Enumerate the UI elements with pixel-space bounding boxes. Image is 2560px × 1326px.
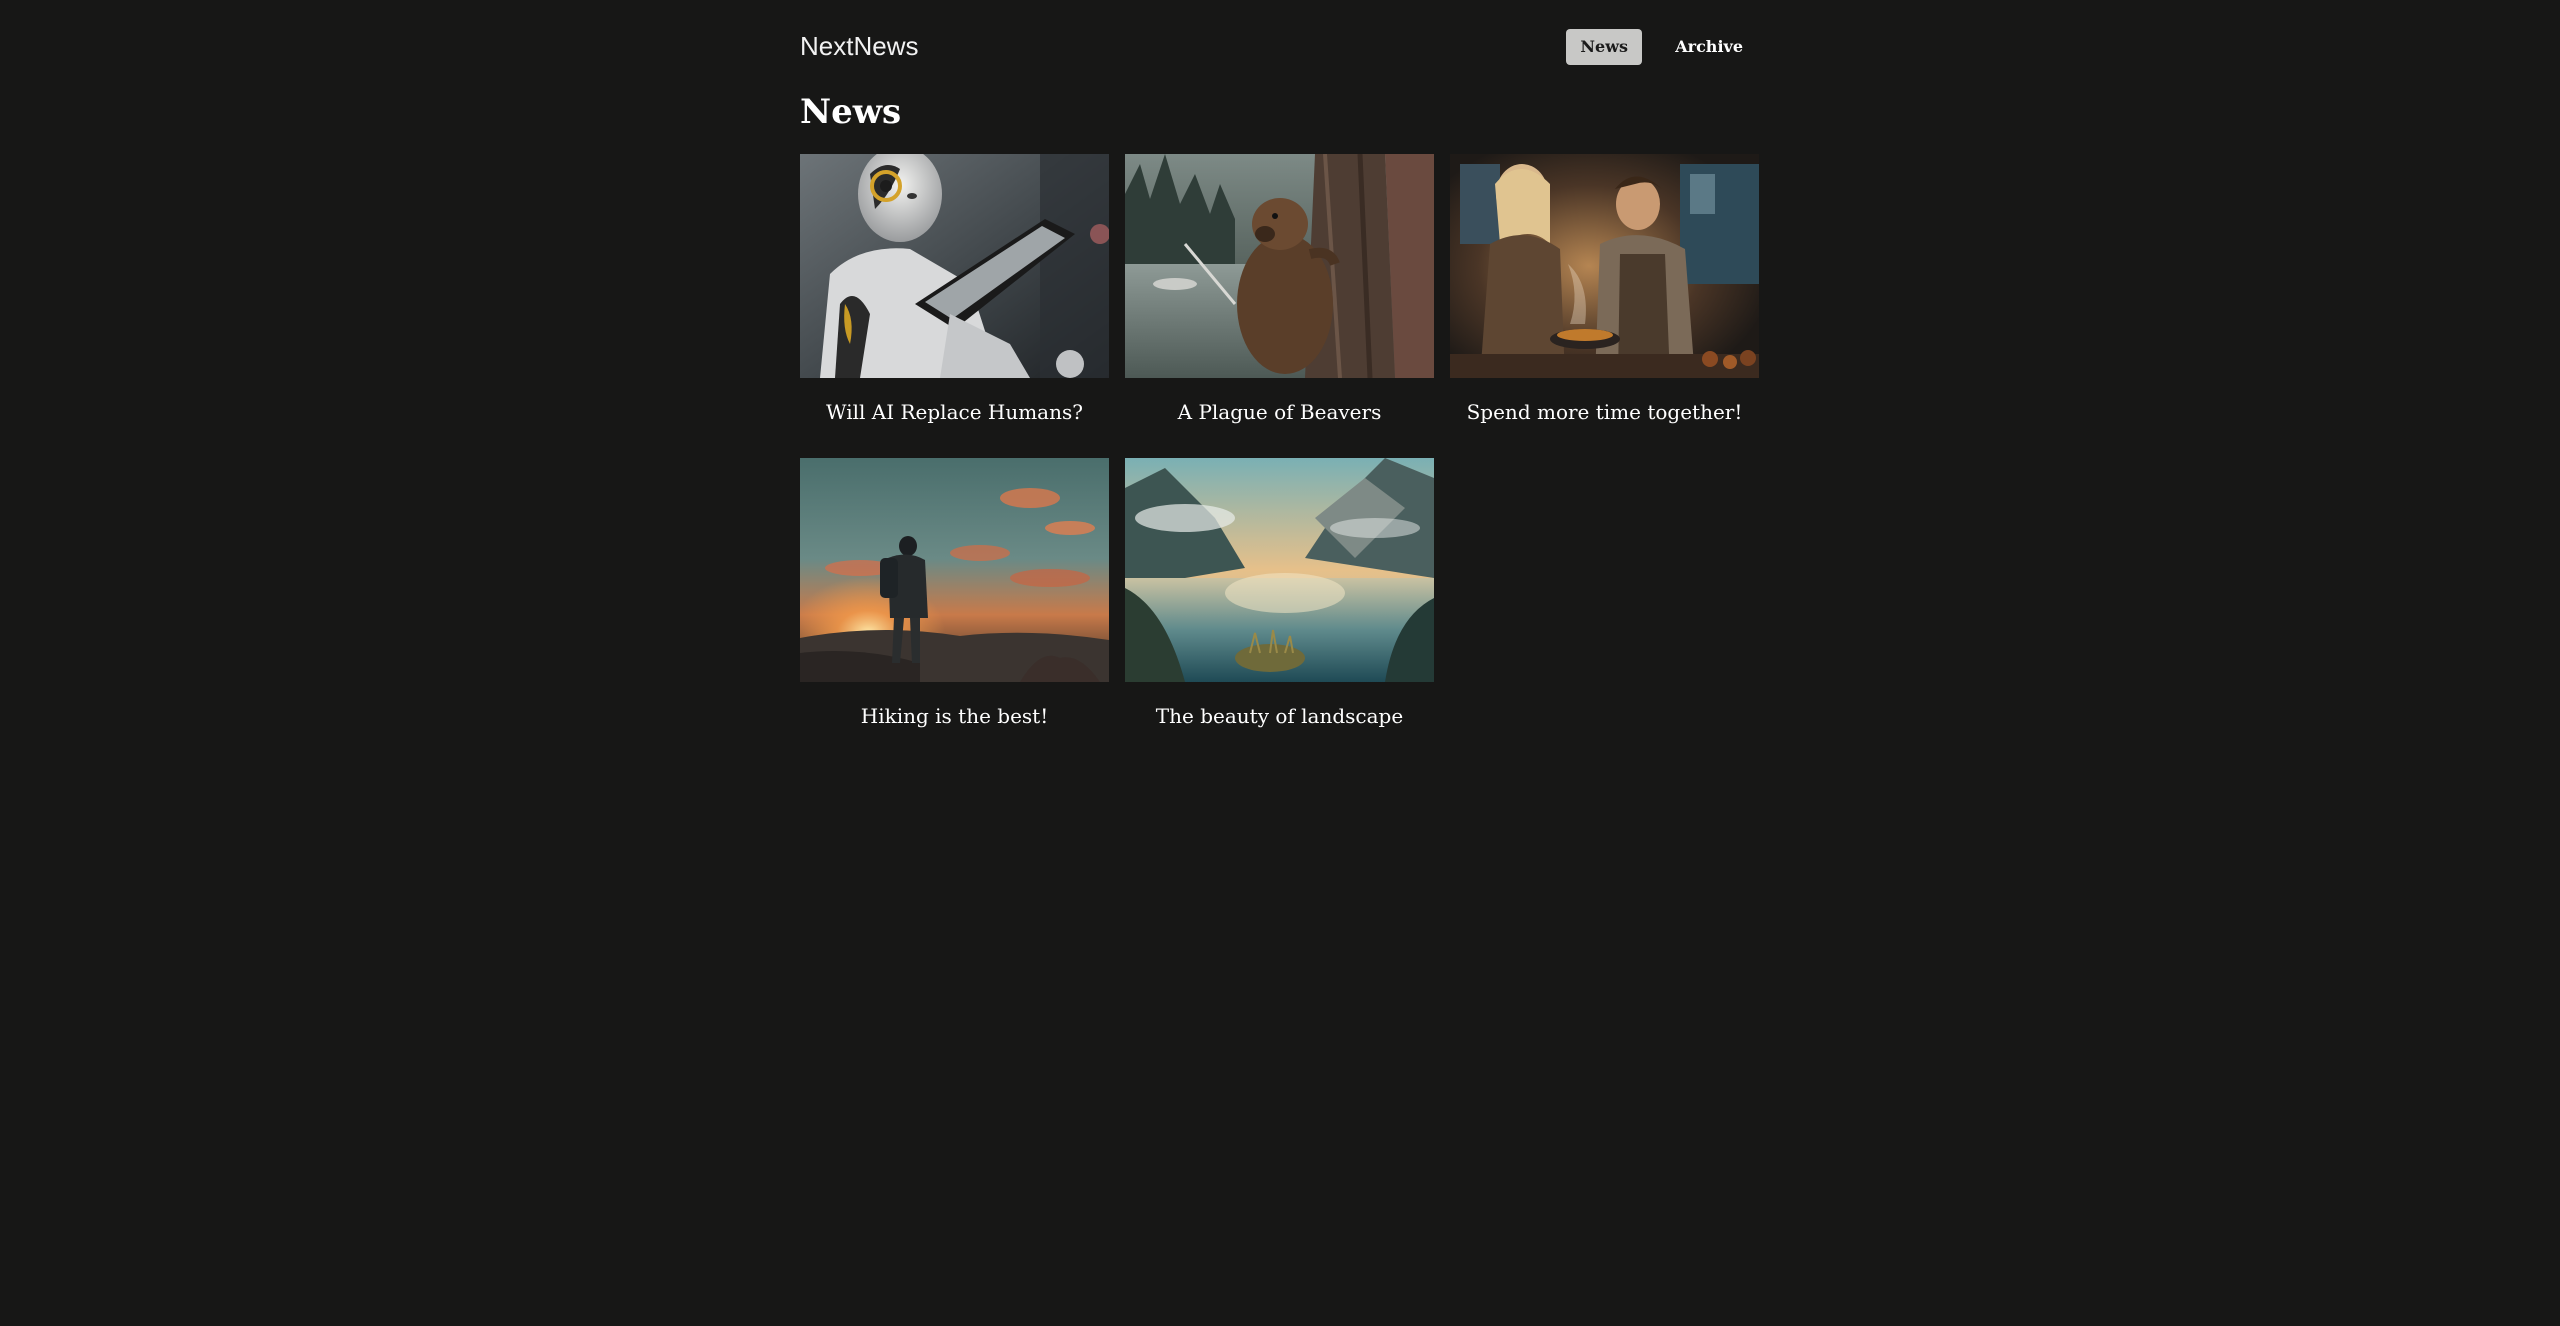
article-title: Hiking is the best! bbox=[860, 704, 1049, 728]
brand-logo-link[interactable]: NextNews bbox=[800, 28, 918, 64]
beaver-on-tree-image bbox=[1125, 154, 1434, 378]
article-title: The beauty of landscape bbox=[1155, 704, 1404, 728]
article-card[interactable]: The beauty of landscape bbox=[1125, 458, 1434, 762]
robot-reading-tablet-image bbox=[800, 154, 1109, 378]
article-title: Spend more time together! bbox=[1466, 400, 1743, 424]
article-grid: Will AI Replace Humans? A Plague of Beav… bbox=[800, 154, 1760, 762]
nav-archive-link[interactable]: Archive bbox=[1658, 29, 1760, 65]
mountain-lake-image bbox=[1125, 458, 1434, 682]
page-container: NextNews News Archive News Will AI Repla… bbox=[800, 0, 1760, 728]
article-card[interactable]: Spend more time together! bbox=[1450, 154, 1759, 458]
article-card[interactable]: A Plague of Beavers bbox=[1125, 154, 1434, 458]
nav-news-link[interactable]: News bbox=[1566, 29, 1643, 65]
page-title: News bbox=[800, 92, 902, 132]
article-title: A Plague of Beavers bbox=[1177, 400, 1382, 424]
article-card[interactable]: Hiking is the best! bbox=[800, 458, 1109, 762]
article-card[interactable]: Will AI Replace Humans? bbox=[800, 154, 1109, 458]
couple-cooking-image bbox=[1450, 154, 1759, 378]
site-header: NextNews News Archive bbox=[800, 0, 1760, 92]
article-title: Will AI Replace Humans? bbox=[826, 400, 1083, 424]
hiker-at-sunset-image bbox=[800, 458, 1109, 682]
main-nav: News Archive bbox=[1566, 29, 1760, 65]
